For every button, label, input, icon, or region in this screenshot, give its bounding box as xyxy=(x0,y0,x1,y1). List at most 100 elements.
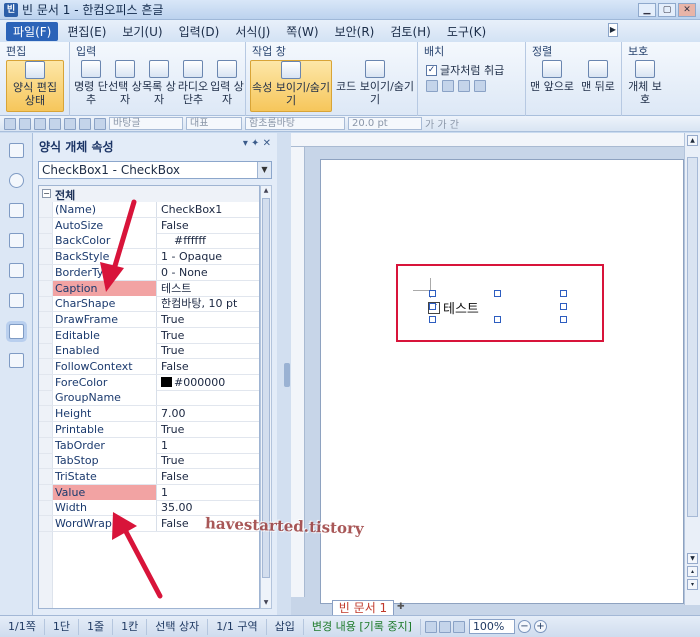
minimize-button[interactable]: ▁ xyxy=(638,3,656,17)
lightning-icon[interactable] xyxy=(9,233,24,248)
property-grid-scrollbar[interactable]: ▲ ▼ xyxy=(260,185,272,609)
status-insert[interactable]: 삽입 xyxy=(267,618,304,635)
property-value[interactable]: #000000 xyxy=(159,375,257,390)
property-value[interactable]: 1 xyxy=(159,438,257,453)
property-value[interactable] xyxy=(159,390,257,405)
paragraph-combo[interactable]: 대표 xyxy=(186,117,242,130)
menu-overflow-icon[interactable]: ▶ xyxy=(608,23,618,37)
maximize-button[interactable]: ▢ xyxy=(658,3,676,17)
collapse-panel-handle[interactable] xyxy=(284,363,290,387)
resize-handle[interactable] xyxy=(494,290,501,297)
property-row[interactable]: TabStop True xyxy=(39,453,259,470)
radio-button-tool[interactable]: 라디오 단추 xyxy=(176,60,210,106)
object-select[interactable]: CheckBox1 - CheckBox ▼ xyxy=(38,161,272,179)
scroll-up-icon[interactable]: ▲ xyxy=(261,186,271,196)
zoom-combo[interactable]: 100% xyxy=(468,619,515,634)
property-row[interactable]: Value 1 xyxy=(39,484,259,501)
property-row[interactable]: FollowContext False xyxy=(39,359,259,375)
close-button[interactable]: ✕ xyxy=(678,3,696,17)
send-to-back-button[interactable]: 맨 뒤로 xyxy=(576,60,620,93)
property-row[interactable]: DrawFrame True xyxy=(39,311,259,328)
property-value[interactable]: 0 - None xyxy=(159,265,257,280)
property-row[interactable]: Width 35.00 xyxy=(39,500,259,517)
scroll-down-icon[interactable]: ▼ xyxy=(261,598,271,608)
wrap-square-icon[interactable] xyxy=(426,80,438,92)
property-row[interactable]: (Name) CheckBox1 xyxy=(39,202,259,218)
list-box-tool[interactable]: 목록 상자 xyxy=(142,60,176,106)
toggle-properties-button[interactable]: 속성 보이기/숨기기 xyxy=(250,60,332,112)
panel-controls[interactable]: ▾ ✦ ✕ xyxy=(243,138,271,149)
new-tab-icon[interactable]: ✚ xyxy=(397,602,411,614)
property-row[interactable]: CharShape 한컴바탕, 10 pt xyxy=(39,296,259,313)
new-doc-icon[interactable] xyxy=(4,117,16,130)
menu-view[interactable]: 보기(U) xyxy=(115,22,169,41)
bring-to-front-button[interactable]: 맨 앞으로 xyxy=(530,60,574,93)
property-value[interactable]: 7.00 xyxy=(159,406,257,421)
category-row[interactable]: − 전체 xyxy=(39,186,259,202)
property-value[interactable]: 35.00 xyxy=(159,500,257,515)
status-track-changes[interactable]: 변경 내용 [기록 중지] xyxy=(304,618,421,635)
undo-icon[interactable] xyxy=(79,117,91,130)
scroll-up-icon[interactable]: ▲ xyxy=(687,135,698,146)
resize-handle[interactable] xyxy=(494,316,501,323)
document-icon[interactable] xyxy=(9,263,24,278)
wrap-tight-icon[interactable] xyxy=(442,80,454,92)
card-icon[interactable] xyxy=(9,293,24,308)
style-combo[interactable]: 바탕글 xyxy=(109,117,183,130)
scroll-down-icon[interactable]: ▼ xyxy=(687,553,698,564)
resize-handle[interactable] xyxy=(429,316,436,323)
list-icon[interactable] xyxy=(9,203,24,218)
property-row[interactable]: Caption 테스트 xyxy=(39,280,259,297)
resize-handle[interactable] xyxy=(560,316,567,323)
hwp-app-icon[interactable]: 빈 xyxy=(4,2,18,17)
property-row[interactable]: Printable True xyxy=(39,421,259,438)
menu-edit[interactable]: 편집(E) xyxy=(60,22,113,41)
preview-icon[interactable] xyxy=(64,117,76,130)
form-properties-icon[interactable] xyxy=(9,324,24,339)
prev-page-icon[interactable]: ▴ xyxy=(687,566,698,577)
property-row[interactable]: Height 7.00 xyxy=(39,406,259,423)
property-value[interactable]: 1 - Opaque xyxy=(159,249,257,264)
menu-page[interactable]: 쪽(W) xyxy=(279,22,325,41)
menu-security[interactable]: 보안(R) xyxy=(328,22,382,41)
resize-handle[interactable] xyxy=(429,303,436,310)
property-row[interactable]: AutoSize False xyxy=(39,217,259,234)
horizontal-ruler[interactable] xyxy=(291,133,684,147)
property-row[interactable]: BorderType 0 - None xyxy=(39,264,259,281)
save-icon[interactable] xyxy=(34,117,46,130)
menu-format[interactable]: 서식(J) xyxy=(228,22,277,41)
web-view-icon[interactable] xyxy=(452,620,465,633)
property-value[interactable]: False xyxy=(159,469,257,484)
book-icon[interactable] xyxy=(9,143,24,158)
property-value[interactable]: 1 xyxy=(159,485,257,500)
property-value[interactable]: False xyxy=(159,218,257,233)
document-scrollbar[interactable]: ▲ ▼ ▴ ▾ xyxy=(684,133,700,605)
zoom-in-icon[interactable]: + xyxy=(533,620,547,633)
resize-handle[interactable] xyxy=(560,290,567,297)
page-view-icon[interactable] xyxy=(438,620,451,633)
property-value[interactable]: False xyxy=(159,359,257,374)
zoom-out-icon[interactable]: − xyxy=(517,620,531,633)
translate-icon[interactable] xyxy=(9,353,24,368)
wrap-front-icon[interactable] xyxy=(474,80,486,92)
protect-object-button[interactable]: 개체 보호 xyxy=(624,60,666,106)
menu-review[interactable]: 검토(H) xyxy=(383,22,437,41)
normal-view-icon[interactable] xyxy=(424,620,437,633)
property-row[interactable]: ForeColor #000000 xyxy=(39,374,259,391)
property-value[interactable]: CheckBox1 xyxy=(159,202,257,217)
property-value[interactable]: True xyxy=(159,422,257,437)
property-row[interactable]: TabOrder 1 xyxy=(39,437,259,454)
treat-as-char-checkbox[interactable]: ✓ 글자처럼 취급 xyxy=(426,62,504,78)
document-tab[interactable]: 빈 문서 1 xyxy=(332,600,394,615)
property-row[interactable]: BackColor #ffffff xyxy=(39,233,259,250)
select-box-tool[interactable]: 선택 상자 xyxy=(108,60,142,106)
toggle-code-button[interactable]: 코드 보이기/숨기기 xyxy=(334,60,416,106)
menu-file[interactable]: 파일(F) xyxy=(6,21,59,41)
bold-italic-underline[interactable]: 가 가 간 xyxy=(425,116,459,131)
property-value[interactable]: True xyxy=(159,328,257,343)
resize-handle[interactable] xyxy=(560,303,567,310)
next-page-icon[interactable]: ▾ xyxy=(687,579,698,590)
property-row[interactable]: GroupName xyxy=(39,390,259,407)
property-value[interactable]: True xyxy=(159,453,257,468)
help-icon[interactable] xyxy=(9,173,24,188)
